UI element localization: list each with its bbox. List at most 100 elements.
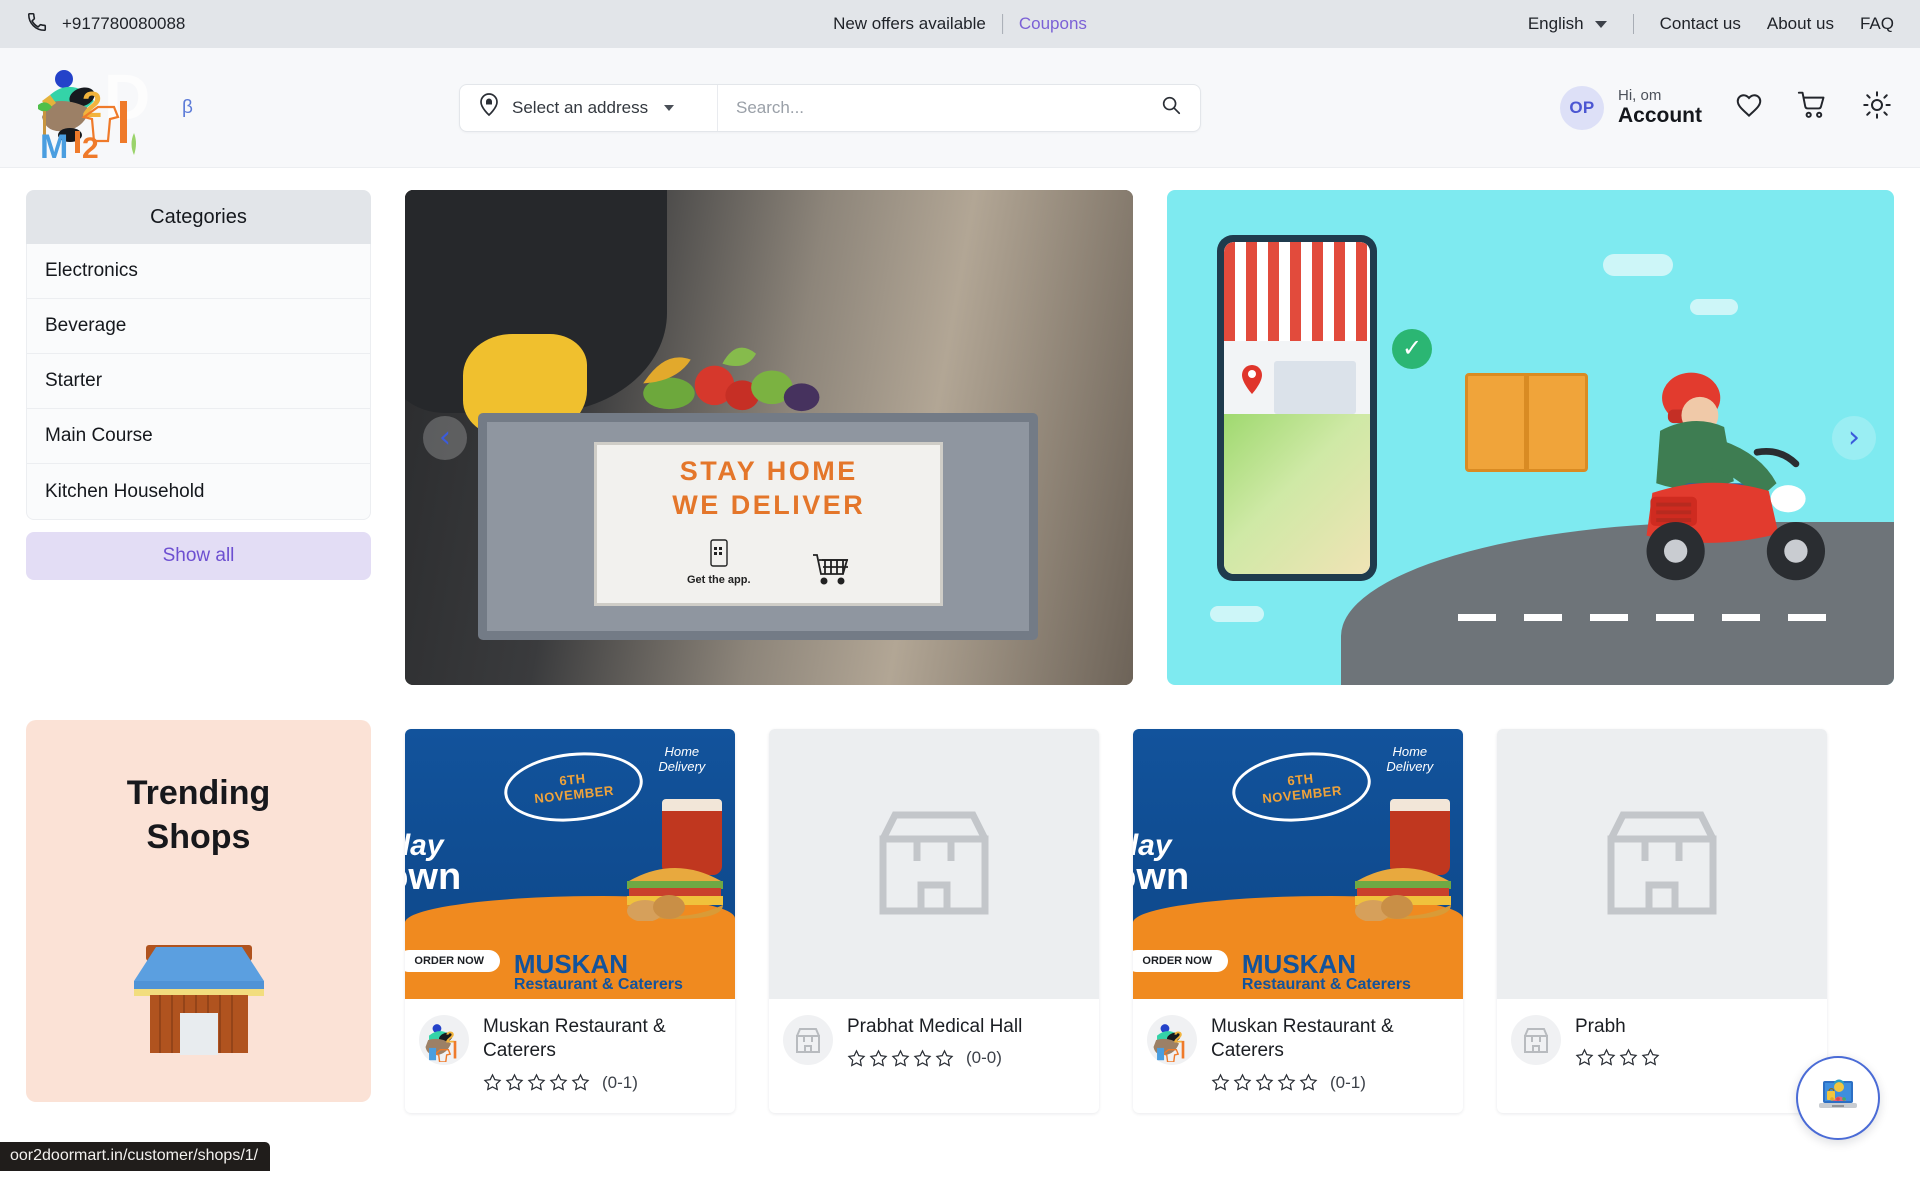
- promo-date-bubble: 6TH NOVEMBER: [1228, 746, 1374, 828]
- categories-title: Categories: [26, 190, 371, 244]
- left-column: Categories Electronics Beverage Starter …: [26, 190, 371, 1113]
- shop-banner-image: 6TH NOVEMBER Home Delivery day own: [405, 729, 735, 999]
- promo-art: 6TH NOVEMBER Home Delivery day own: [405, 729, 735, 999]
- carousel-slide-delivery[interactable]: ✓ ›: [1166, 190, 1894, 685]
- phone-contact[interactable]: +917780080088: [26, 11, 185, 38]
- support-chat-button[interactable]: [1796, 1056, 1880, 1140]
- rating-stars: [847, 1049, 954, 1068]
- svg-text:2: 2: [1174, 1030, 1183, 1047]
- shop-rating: (0-1): [1211, 1073, 1449, 1093]
- carousel-next-button[interactable]: ›: [1832, 415, 1876, 460]
- sidebar-item-beverage[interactable]: Beverage: [27, 299, 370, 354]
- road-dashes: [1457, 613, 1836, 621]
- wishlist-button[interactable]: [1732, 91, 1766, 125]
- check-circle-icon: ✓: [1392, 328, 1433, 369]
- shop-card-text: Muskan Restaurant & Caterers (0-1): [483, 1015, 721, 1093]
- home-delivery-line1: Home: [664, 744, 700, 760]
- shop-logo: [1511, 1015, 1561, 1065]
- shop-3d-illustration: [94, 885, 304, 1056]
- order-now-badge: ORDER NOW: [1133, 950, 1229, 972]
- shop-logo: 2: [1147, 1015, 1197, 1065]
- beta-badge: β: [182, 96, 193, 118]
- sun-icon: [1862, 90, 1892, 125]
- rating-stars: [1211, 1073, 1318, 1092]
- cart-button[interactable]: [1796, 91, 1830, 125]
- svg-text:M: M: [40, 128, 68, 160]
- faq-link[interactable]: FAQ: [1860, 14, 1894, 34]
- chevron-left-icon: ‹: [439, 419, 451, 455]
- promo-down-word: own: [405, 855, 462, 898]
- search-input[interactable]: [736, 97, 1160, 118]
- page-content: Categories Electronics Beverage Starter …: [0, 168, 1920, 1113]
- promo-brand: MUSKAN: [513, 949, 628, 980]
- language-selector[interactable]: English: [1528, 14, 1607, 34]
- rating-count: (0-1): [1330, 1072, 1366, 1092]
- promo-date-line2: NOVEMBER: [1261, 782, 1343, 807]
- promo-art: 6TH NOVEMBER Home Delivery day own: [1133, 729, 1463, 999]
- sidebar-item-electronics[interactable]: Electronics: [27, 244, 370, 299]
- cloud-decoration: [1210, 605, 1265, 622]
- heart-icon: [1734, 90, 1764, 125]
- shop-logo: [783, 1015, 833, 1065]
- sidebar-item-label: Main Course: [45, 425, 153, 446]
- shop-card[interactable]: Prabhat Medical Hall (0-0): [769, 729, 1099, 1113]
- promo-date-line2: NOVEMBER: [533, 782, 615, 807]
- search-box: [718, 85, 1200, 131]
- location-pin-icon: [478, 93, 500, 122]
- rating-count: (0-0): [966, 1048, 1002, 1068]
- sign-line-2: WE DELIVER: [672, 490, 866, 521]
- map-area: [1224, 414, 1371, 575]
- cloud-decoration: [1690, 298, 1739, 315]
- carousel-slide-grocery[interactable]: STAY HOME WE DELIVER Get the app. ‹: [405, 190, 1133, 685]
- shop-card[interactable]: 6TH NOVEMBER Home Delivery day own: [1133, 729, 1463, 1113]
- shop-card[interactable]: Prabh: [1497, 729, 1827, 1113]
- cloud-decoration: [1603, 254, 1673, 277]
- divider: [1001, 14, 1003, 34]
- location-pin-icon: [1239, 361, 1265, 395]
- order-now-badge: ORDER NOW: [405, 950, 501, 972]
- svg-text:2: 2: [446, 1030, 455, 1047]
- sidebar-item-starter[interactable]: Starter: [27, 354, 370, 409]
- sidebar-item-kitchen-household[interactable]: Kitchen Household: [27, 464, 370, 519]
- trending-line2: Shops: [146, 817, 251, 856]
- top-utility-bar: +917780080088 New offers available Coupo…: [0, 0, 1920, 48]
- shop-logo: 2: [419, 1015, 469, 1065]
- shopping-cart-icon: [812, 554, 848, 585]
- coupons-link[interactable]: Coupons: [1019, 14, 1087, 34]
- shop-rating: [1575, 1048, 1660, 1067]
- shop-banner-image: 6TH NOVEMBER Home Delivery day own: [1133, 729, 1463, 999]
- shop-awning: [1224, 241, 1371, 342]
- about-us-link[interactable]: About us: [1767, 14, 1834, 34]
- site-header: D M 2 2 β Select an address Search... OP…: [0, 48, 1920, 168]
- sidebar-item-main-course[interactable]: Main Course: [27, 409, 370, 464]
- promo-date-bubble: 6TH NOVEMBER: [500, 746, 646, 828]
- phone-mockup: [1217, 234, 1378, 582]
- shop-card[interactable]: 6TH NOVEMBER Home Delivery day own: [405, 729, 735, 1113]
- trending-line1: Trending: [126, 774, 271, 812]
- shop-rating: (0-1): [483, 1073, 721, 1093]
- account-menu[interactable]: OP Hi, om Account: [1560, 85, 1702, 130]
- shop-card-text: Prabh: [1575, 1015, 1660, 1067]
- scooter-courier: [1567, 339, 1858, 596]
- shop-banner-placeholder: [1497, 729, 1827, 999]
- contact-us-link[interactable]: Contact us: [1660, 14, 1741, 34]
- offers-banner: New offers available Coupons: [833, 14, 1087, 34]
- rating-stars: [1575, 1048, 1660, 1067]
- trending-shops-card[interactable]: Trending Shops: [26, 720, 371, 1102]
- sidebar-item-label: Electronics: [45, 260, 138, 281]
- sidebar-item-label: Kitchen Household: [45, 480, 205, 502]
- shop-name: Muskan Restaurant & Caterers: [1211, 1016, 1394, 1062]
- theme-toggle-button[interactable]: [1860, 91, 1894, 125]
- chevron-down-icon: [664, 104, 675, 111]
- search-icon[interactable]: [1160, 94, 1182, 121]
- address-selector[interactable]: Select an address: [460, 84, 718, 131]
- shop-name: Prabhat Medical Hall: [847, 1016, 1023, 1037]
- carousel-prev-button[interactable]: ‹: [423, 415, 467, 460]
- site-logo[interactable]: D M 2 2 β: [26, 53, 326, 166]
- shop-card-text: Prabhat Medical Hall (0-0): [847, 1015, 1022, 1068]
- svg-text:2: 2: [82, 132, 99, 160]
- promo-home-delivery: Home Delivery: [1386, 744, 1433, 775]
- shop-rating: (0-0): [847, 1048, 1022, 1068]
- show-all-button[interactable]: Show all: [26, 532, 371, 580]
- promo-brand-sub: Restaurant & Caterers: [1241, 975, 1411, 993]
